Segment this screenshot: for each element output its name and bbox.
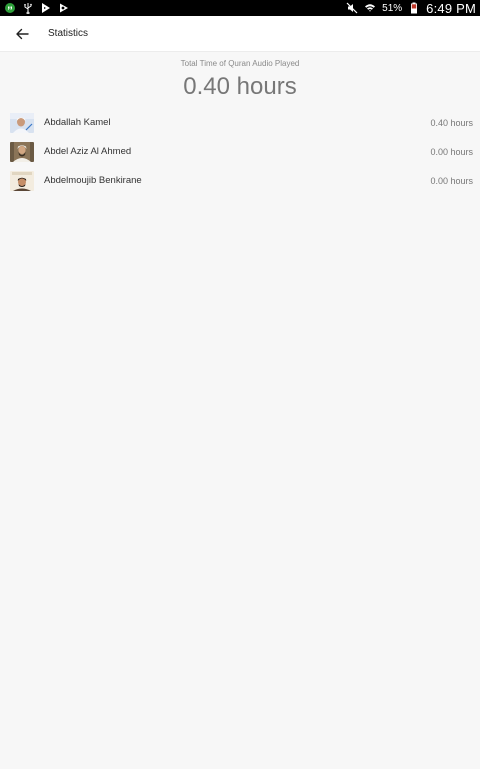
battery-icon xyxy=(408,2,420,14)
status-time: 6:49 PM xyxy=(426,0,476,16)
app-bar: Statistics xyxy=(0,16,480,52)
reciter-list: Abdallah Kamel 0.40 hours Abdel Aziz Al … xyxy=(0,108,480,195)
reciter-row-abdallah-kamel[interactable]: Abdallah Kamel 0.40 hours xyxy=(0,108,480,137)
usb-icon xyxy=(22,2,34,14)
hangouts-icon xyxy=(4,2,16,14)
reciter-avatar xyxy=(10,170,34,191)
page-title: Statistics xyxy=(48,28,89,39)
status-bar: 51% 6:49 PM xyxy=(0,0,480,16)
reciter-hours: 0.00 hours xyxy=(430,175,473,186)
mute-icon xyxy=(346,2,358,14)
reciter-name: Abdel Aziz Al Ahmed xyxy=(44,146,132,157)
status-right-icons: 51% 6:49 PM xyxy=(346,0,476,16)
wifi-icon xyxy=(364,2,376,14)
arrow-back-icon xyxy=(15,27,29,41)
play-music-icon xyxy=(58,2,70,14)
battery-percent: 51% xyxy=(382,2,403,14)
reciter-hours: 0.40 hours xyxy=(430,117,473,128)
reciter-row-abdel-aziz-al-ahmed[interactable]: Abdel Aziz Al Ahmed 0.00 hours xyxy=(0,137,480,166)
reciter-hours: 0.00 hours xyxy=(430,146,473,157)
reciter-avatar xyxy=(10,141,34,162)
total-time-value: 0.40 hours xyxy=(183,73,297,100)
back-button[interactable] xyxy=(12,24,32,44)
reciter-avatar xyxy=(10,112,34,133)
reciter-row-abdelmoujib-benkirane[interactable]: Abdelmoujib Benkirane 0.00 hours xyxy=(0,166,480,195)
total-time-label: Total Time of Quran Audio Played xyxy=(180,59,300,68)
reciter-name: Abdallah Kamel xyxy=(44,117,111,128)
reciter-name: Abdelmoujib Benkirane xyxy=(44,175,142,186)
play-store-icon xyxy=(40,2,52,14)
status-left-icons xyxy=(4,0,70,16)
total-time-summary: Total Time of Quran Audio Played 0.40 ho… xyxy=(0,58,480,102)
